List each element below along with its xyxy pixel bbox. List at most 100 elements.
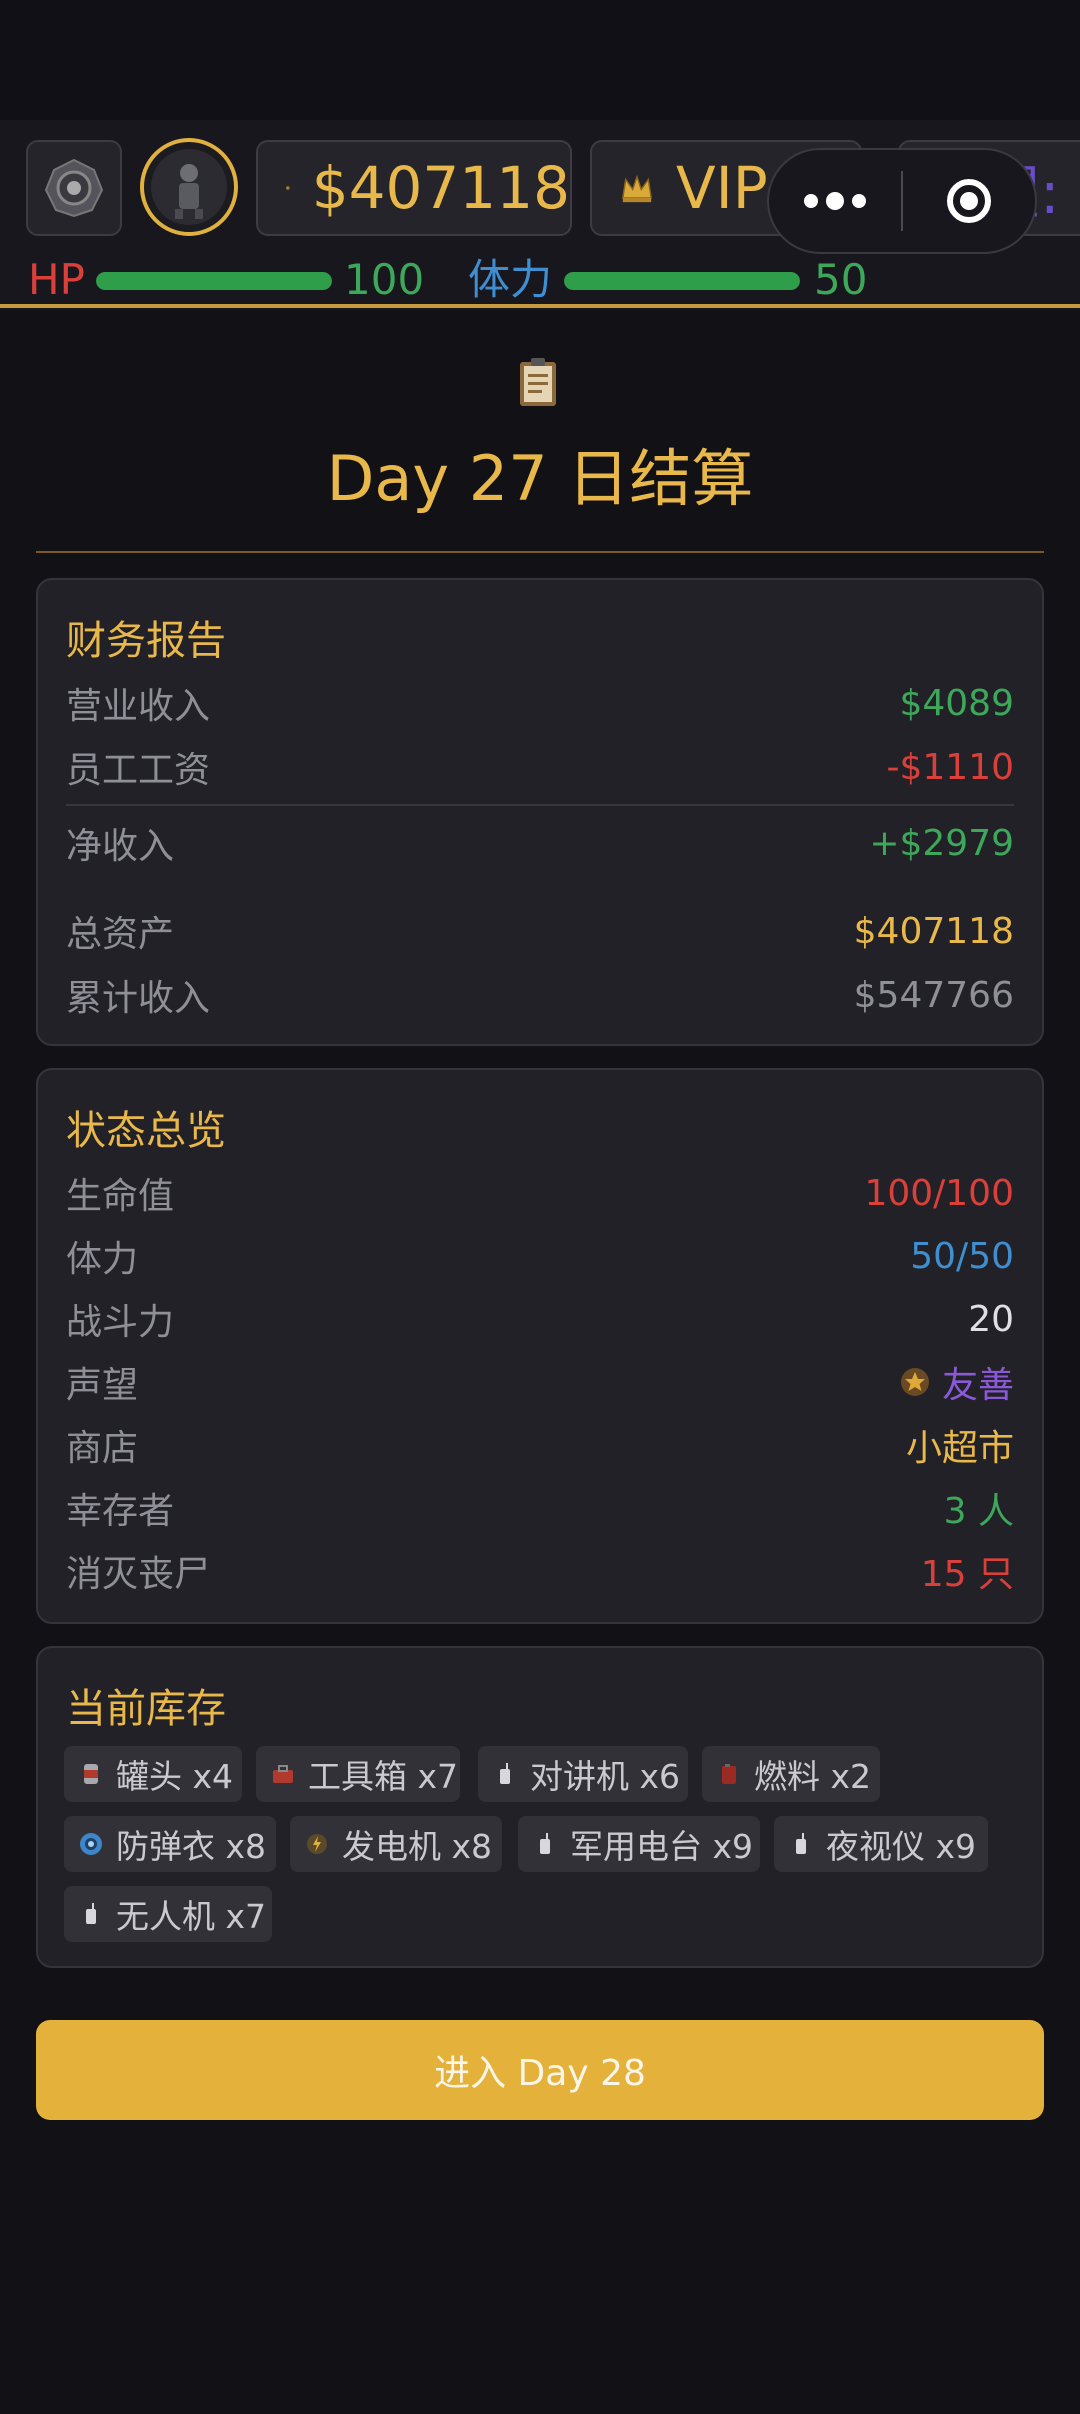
reputation-row-label: 声望 — [66, 1365, 139, 1406]
reputation-row-value: 友善 — [941, 1365, 1014, 1406]
assets-value: $407118 — [853, 910, 1014, 952]
wages-row: 员工工资 -$1110 — [66, 742, 1014, 792]
stamina-bar — [564, 272, 800, 290]
assets-row: 总资产 $407118 — [66, 906, 1014, 956]
inventory-item[interactable]: 军用电台 x9 — [518, 1816, 760, 1872]
star-badge-icon — [900, 1368, 929, 1396]
body-armor-icon — [80, 1833, 102, 1855]
next-day-button[interactable]: 进入 Day 28 — [36, 2020, 1044, 2120]
power-label: 战斗力 — [66, 1302, 175, 1343]
money-display: $407118 — [256, 140, 572, 236]
survivors-label: 幸存者 — [66, 1491, 175, 1532]
target-icon — [946, 179, 991, 223]
survivors-row: 幸存者 3 人 — [66, 1483, 1014, 1533]
status-card: 状态总览 生命值 100/100 体力 50/50 战斗力 20 声望 友善 商… — [36, 1068, 1044, 1624]
drone-icon — [86, 1903, 96, 1924]
inventory-item[interactable]: 工具箱 x7 — [256, 1746, 460, 1802]
net-income-row: 净收入 +$2979 — [66, 818, 1014, 868]
shop-label: 商店 — [66, 1428, 139, 1469]
stamina-row-label: 体力 — [66, 1239, 139, 1280]
cumulative-value: $547766 — [853, 974, 1014, 1016]
inventory-item[interactable]: 发电机 x8 — [290, 1816, 502, 1872]
reputation-row: 声望 友善 — [66, 1357, 1014, 1407]
inventory-item[interactable]: 对讲机 x6 — [478, 1746, 688, 1802]
inventory-item-label: 防弹衣 x8 — [116, 1827, 267, 1866]
radio-icon — [540, 1833, 550, 1854]
status-title: 状态总览 — [66, 1108, 226, 1154]
hp-value: 100 — [344, 255, 425, 304]
more-dot-icon — [826, 192, 844, 210]
reputation-row-value-wrap: 友善 — [900, 1356, 1014, 1408]
hp-row: 生命值 100/100 — [66, 1168, 1014, 1218]
toolbox-icon — [273, 1765, 293, 1783]
status-bar — [0, 0, 1080, 120]
net-income-value: +$2979 — [869, 822, 1014, 864]
money-value: $407118 — [311, 154, 570, 222]
walkie-talkie-icon — [500, 1763, 510, 1784]
inventory-item-label: 罐头 x4 — [116, 1757, 234, 1796]
more-button[interactable] — [769, 192, 901, 210]
wages-label: 员工工资 — [66, 750, 211, 791]
soldier-icon — [151, 149, 227, 225]
inventory-card: 当前库存 罐头 x4 工具箱 x7 对讲机 x6 燃料 x2 防弹衣 x8 发电… — [36, 1646, 1044, 1968]
inventory-item-label: 工具箱 x7 — [308, 1757, 459, 1796]
revenue-value: $4089 — [899, 682, 1014, 724]
wages-value: -$1110 — [886, 746, 1014, 788]
shop-value: 小超市 — [905, 1428, 1014, 1469]
kills-row: 消灭丧尸 15 只 — [66, 1546, 1014, 1596]
finance-divider — [66, 804, 1014, 806]
hp-row-label: 生命值 — [66, 1176, 175, 1217]
inventory-item[interactable]: 燃料 x2 — [702, 1746, 880, 1802]
assets-label: 总资产 — [66, 914, 175, 955]
kills-label: 消灭丧尸 — [66, 1554, 211, 1595]
inventory-item-label: 军用电台 x9 — [570, 1827, 754, 1866]
inventory-item[interactable]: 罐头 x4 — [64, 1746, 242, 1802]
more-dot-icon — [804, 194, 818, 208]
net-income-label: 净收入 — [66, 826, 175, 867]
survivors-value: 3 人 — [943, 1491, 1014, 1532]
finance-title: 财务报告 — [66, 618, 226, 664]
inventory-item[interactable]: 夜视仪 x9 — [774, 1816, 988, 1872]
miniprogram-capsule — [767, 148, 1037, 254]
stamina-value: 50 — [814, 255, 868, 304]
gear-icon — [44, 158, 104, 218]
generator-icon — [307, 1834, 327, 1854]
inventory-item-label: 发电机 x8 — [342, 1827, 493, 1866]
stamina-row-value: 50/50 — [910, 1235, 1014, 1277]
fuel-icon — [722, 1764, 736, 1784]
inventory-item[interactable]: 无人机 x7 — [64, 1886, 272, 1942]
coin-icon — [286, 186, 290, 190]
shop-row: 商店 小超市 — [66, 1420, 1014, 1470]
settings-button[interactable] — [26, 140, 122, 236]
title-divider — [36, 551, 1044, 553]
avatar[interactable] — [140, 138, 238, 236]
more-dot-icon — [852, 194, 866, 208]
cumulative-label: 累计收入 — [66, 978, 211, 1019]
page-title: Day 27 日结算 — [326, 442, 754, 515]
vitals-bar: HP 100 体力 50 — [0, 256, 1080, 304]
clipboard-icon — [520, 358, 556, 406]
inventory-title: 当前库存 — [66, 1686, 226, 1732]
hp-bar-fill — [96, 272, 332, 290]
hp-bar — [96, 272, 332, 290]
cumulative-row: 累计收入 $547766 — [66, 970, 1014, 1020]
inventory-item-label: 夜视仪 x9 — [826, 1827, 977, 1866]
revenue-label: 营业收入 — [66, 686, 211, 727]
inventory-item-label: 燃料 x2 — [754, 1757, 872, 1796]
revenue-row: 营业收入 $4089 — [66, 678, 1014, 728]
stamina-label: 体力 — [468, 255, 553, 304]
inventory-item-label: 对讲机 x6 — [530, 1757, 681, 1796]
crown-icon — [622, 174, 652, 203]
header-divider — [0, 304, 1080, 308]
stamina-row: 体力 50/50 — [66, 1231, 1014, 1281]
power-row: 战斗力 20 — [66, 1294, 1014, 1344]
hp-row-value: 100/100 — [864, 1172, 1014, 1214]
can-icon — [84, 1764, 98, 1784]
inventory-item[interactable]: 防弹衣 x8 — [64, 1816, 276, 1872]
hp-label: HP — [28, 255, 85, 304]
finance-card: 财务报告 营业收入 $4089 员工工资 -$1110 净收入 +$2979 总… — [36, 578, 1044, 1046]
power-value: 20 — [968, 1298, 1014, 1340]
inventory-item-label: 无人机 x7 — [116, 1897, 267, 1936]
stamina-bar-fill — [564, 272, 800, 290]
close-miniprogram-button[interactable] — [903, 179, 1035, 223]
